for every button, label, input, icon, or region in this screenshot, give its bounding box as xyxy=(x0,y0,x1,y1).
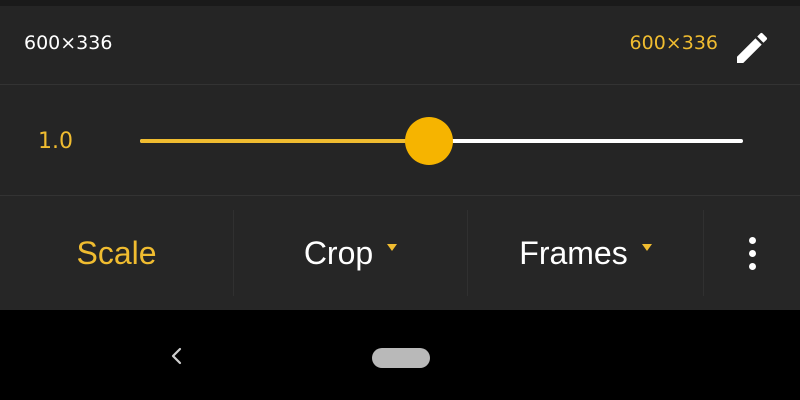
back-chevron-icon[interactable] xyxy=(165,344,189,368)
scale-slider-row: 1.0 xyxy=(0,85,800,196)
system-nav-bar xyxy=(0,310,800,400)
size-info-row: 600×336 600×336 xyxy=(0,6,800,85)
tab-crop-label: Crop xyxy=(303,234,374,271)
caret-down-icon xyxy=(641,243,652,251)
app-screen: 600×336 600×336 1.0 Scale Crop Frames xyxy=(0,0,800,400)
scale-slider-fill xyxy=(140,139,430,143)
caret-down-icon xyxy=(387,243,398,251)
original-size-label: 600×336 xyxy=(24,32,113,54)
scale-value-label: 1.0 xyxy=(38,129,73,154)
tool-tabs: Scale Crop Frames xyxy=(0,196,800,310)
output-size-label[interactable]: 600×336 xyxy=(630,32,718,54)
scale-slider-track[interactable] xyxy=(140,117,743,165)
tab-frames-label: Frames xyxy=(519,234,628,271)
more-vert-icon[interactable] xyxy=(704,210,800,296)
pencil-icon[interactable] xyxy=(732,28,772,68)
tab-frames[interactable]: Frames xyxy=(468,210,703,296)
tab-crop[interactable]: Crop xyxy=(234,210,467,296)
tab-scale-label: Scale xyxy=(76,234,157,271)
tab-scale[interactable]: Scale xyxy=(0,210,233,296)
home-pill-icon[interactable] xyxy=(372,348,430,368)
scale-slider-thumb[interactable] xyxy=(405,117,454,165)
